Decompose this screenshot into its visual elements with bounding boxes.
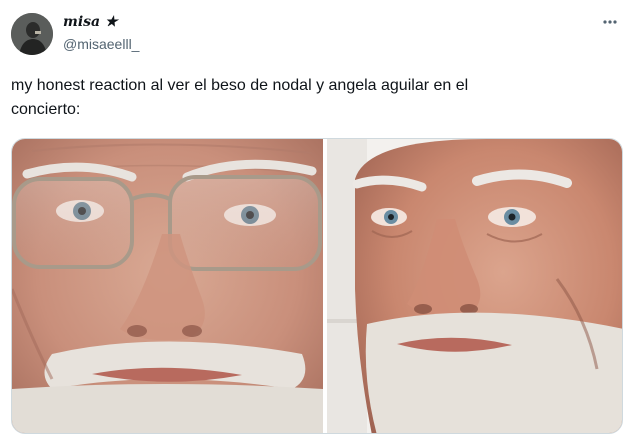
tweet-text-line: my honest reaction al ver el beso de nod…: [11, 77, 469, 94]
avatar-image: [11, 13, 53, 55]
avatar[interactable]: [11, 13, 53, 55]
tweet-text: my honest reaction al ver el beso de nod…: [11, 74, 611, 122]
meme-photo-with-glasses[interactable]: [12, 139, 323, 433]
tweet-text-line: concierto:: [11, 101, 81, 118]
tweet-media[interactable]: [11, 138, 623, 434]
meme-photo-without-glasses[interactable]: [327, 139, 622, 433]
author-display-name[interactable]: misa ★: [63, 14, 118, 30]
more-horizontal-icon[interactable]: [598, 12, 622, 32]
tweet-card[interactable]: misa ★ @misaeelll_ my honest reaction al…: [0, 0, 631, 435]
author-handle[interactable]: @misaeelll_: [63, 36, 139, 52]
